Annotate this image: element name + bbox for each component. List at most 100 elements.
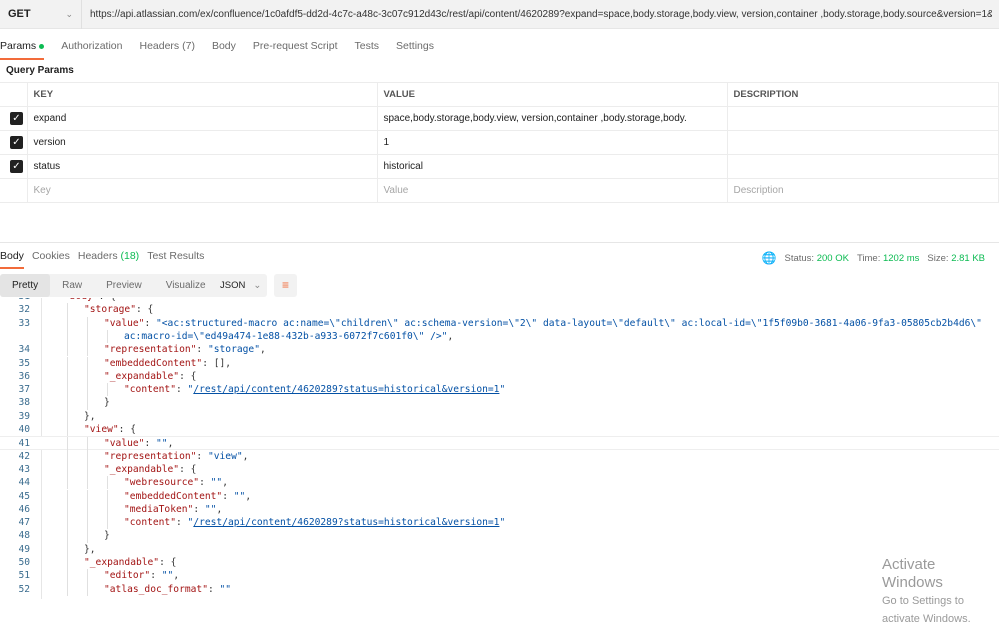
indent-guide: [87, 356, 88, 370]
code-text: "embeddedContent": [],: [104, 357, 231, 370]
code-line: 36 "_expandable": {: [0, 369, 999, 384]
code-line: 47 "content": "/rest/api/content/4620289?…: [0, 516, 999, 530]
json-punctuation: :: [175, 384, 188, 396]
tab-prerequest-script[interactable]: Pre-request Script: [253, 38, 338, 60]
json-punctuation: ,: [245, 490, 252, 502]
view-visualize[interactable]: Visualize: [154, 274, 218, 297]
json-key: "value": [104, 317, 145, 329]
tab-authorization[interactable]: Authorization: [61, 38, 122, 60]
json-punctuation: : {: [99, 298, 116, 302]
tab-tests[interactable]: Tests: [355, 38, 380, 60]
code-line: 34 "representation": "storage",: [0, 343, 999, 357]
code-line: ac:macro-id=\"ed49a474-1e88-432b-a933-60…: [0, 329, 999, 344]
indent-guide: [87, 343, 88, 357]
code-text: "view": {: [84, 423, 136, 436]
key-cell[interactable]: status: [26, 154, 378, 179]
tab-params[interactable]: Params: [0, 38, 45, 60]
checkbox[interactable]: ✓: [10, 112, 23, 125]
tab-test-results[interactable]: Test Results: [147, 250, 204, 269]
table-row: ✓ version 1: [0, 130, 999, 155]
description-input[interactable]: Description: [726, 178, 999, 203]
code-text: "content": "/rest/api/content/4620289?st…: [124, 516, 505, 529]
url-input[interactable]: https://api.atlassian.com/ex/confluence/…: [82, 9, 992, 20]
wrap-lines-icon[interactable]: ≡: [274, 274, 297, 297]
json-punctuation: ,: [222, 477, 228, 489]
indent-guide: [67, 489, 68, 503]
tab-response-headers[interactable]: Headers (18): [78, 250, 139, 269]
json-string: ": [499, 517, 506, 529]
tab-body[interactable]: Body: [212, 38, 236, 60]
indent-guide: [107, 329, 108, 344]
json-string: "view": [207, 450, 243, 462]
indent-guide: [107, 502, 108, 517]
line-number: 43: [18, 463, 30, 475]
value-input[interactable]: Value: [376, 178, 728, 203]
json-punctuation: ,: [216, 503, 223, 515]
line-number: 36: [18, 370, 30, 382]
key-cell[interactable]: expand: [26, 106, 378, 131]
description-cell[interactable]: [726, 130, 999, 155]
json-punctuation: : {: [159, 557, 177, 568]
code-text: "value": "<ac:structured-macro ac:name=\…: [104, 317, 982, 330]
code-text: ac:macro-id=\"ed49a474-1e88-432b-a933-60…: [124, 330, 453, 343]
response-code-editor[interactable]: 31"body": {32"storage": {33"value": "<ac…: [0, 298, 999, 599]
indent-guide: [87, 383, 88, 397]
json-key: "webresource": [124, 477, 200, 489]
tab-settings[interactable]: Settings: [396, 38, 434, 60]
checkbox-cell: ✓: [0, 106, 28, 131]
json-link[interactable]: /rest/api/content/4620289?status=histori…: [193, 384, 499, 395]
request-bar: GET ⌄ https://api.atlassian.com/ex/conflu…: [0, 0, 999, 29]
tab-cookies[interactable]: Cookies: [32, 250, 70, 269]
value-cell[interactable]: space,body.storage,body.view, version,co…: [376, 106, 728, 131]
json-key: "representation": [104, 450, 197, 462]
globe-lock-icon[interactable]: 🌐: [762, 251, 777, 265]
checkbox[interactable]: ✓: [10, 136, 23, 149]
code-line: 38}: [0, 396, 999, 410]
indent-guide: [67, 396, 68, 410]
json-string: "": [233, 490, 246, 502]
response-tabs: Body Cookies Headers (18) Test Results: [0, 250, 212, 269]
code-line: 37 "content": "/rest/api/content/4620289?…: [0, 383, 999, 397]
json-key: "editor": [104, 570, 151, 582]
code-text: "editor": "",: [104, 569, 179, 582]
code-text: "atlas_doc_format": "": [104, 583, 231, 596]
json-key: "body": [64, 298, 99, 302]
chevron-down-icon: ⌄: [65, 8, 73, 19]
json-key: "value": [104, 438, 145, 450]
value-cell[interactable]: historical: [376, 154, 728, 179]
view-pretty[interactable]: Pretty: [0, 274, 51, 297]
json-key: "embeddedContent": [124, 490, 223, 502]
checkbox-cell: ✓: [0, 154, 28, 179]
tab-headers[interactable]: Headers (7): [139, 38, 194, 60]
json-punctuation: : {: [135, 304, 154, 316]
key-cell[interactable]: version: [26, 130, 378, 155]
view-preview[interactable]: Preview: [94, 274, 154, 297]
json-key: "content": [124, 384, 176, 396]
json-link[interactable]: /rest/api/content/4620289?status=histori…: [193, 517, 499, 528]
method-select[interactable]: GET ⌄: [0, 0, 82, 29]
json-punctuation: :: [144, 317, 156, 329]
json-punctuation: : {: [118, 424, 136, 435]
line-number: 35: [18, 357, 30, 369]
value-cell[interactable]: 1: [376, 130, 728, 155]
indent-guide: [87, 437, 88, 451]
view-raw[interactable]: Raw: [50, 274, 94, 297]
line-number: 52: [18, 583, 30, 595]
code-line: 41 "value": "",: [0, 436, 999, 451]
json-key: "representation": [104, 344, 197, 356]
json-punctuation: :: [196, 450, 208, 462]
description-cell[interactable]: [726, 106, 999, 131]
description-cell[interactable]: [726, 154, 999, 179]
format-select[interactable]: JSON ⌄: [212, 274, 267, 297]
watermark-subtitle: Go to Settings to activate Windows.: [882, 595, 971, 625]
indent-guide: [107, 516, 108, 530]
headers-count: (7): [182, 40, 195, 52]
code-line: 44 "webresource": "",: [0, 476, 999, 490]
pane-divider[interactable]: [0, 242, 999, 243]
key-input[interactable]: Key: [26, 178, 378, 203]
code-text: "value": "",: [104, 437, 173, 450]
checkbox[interactable]: ✓: [10, 160, 23, 173]
json-key: "embeddedContent": [104, 357, 203, 369]
line-number: 42: [18, 450, 30, 462]
tab-response-body[interactable]: Body: [0, 250, 24, 269]
